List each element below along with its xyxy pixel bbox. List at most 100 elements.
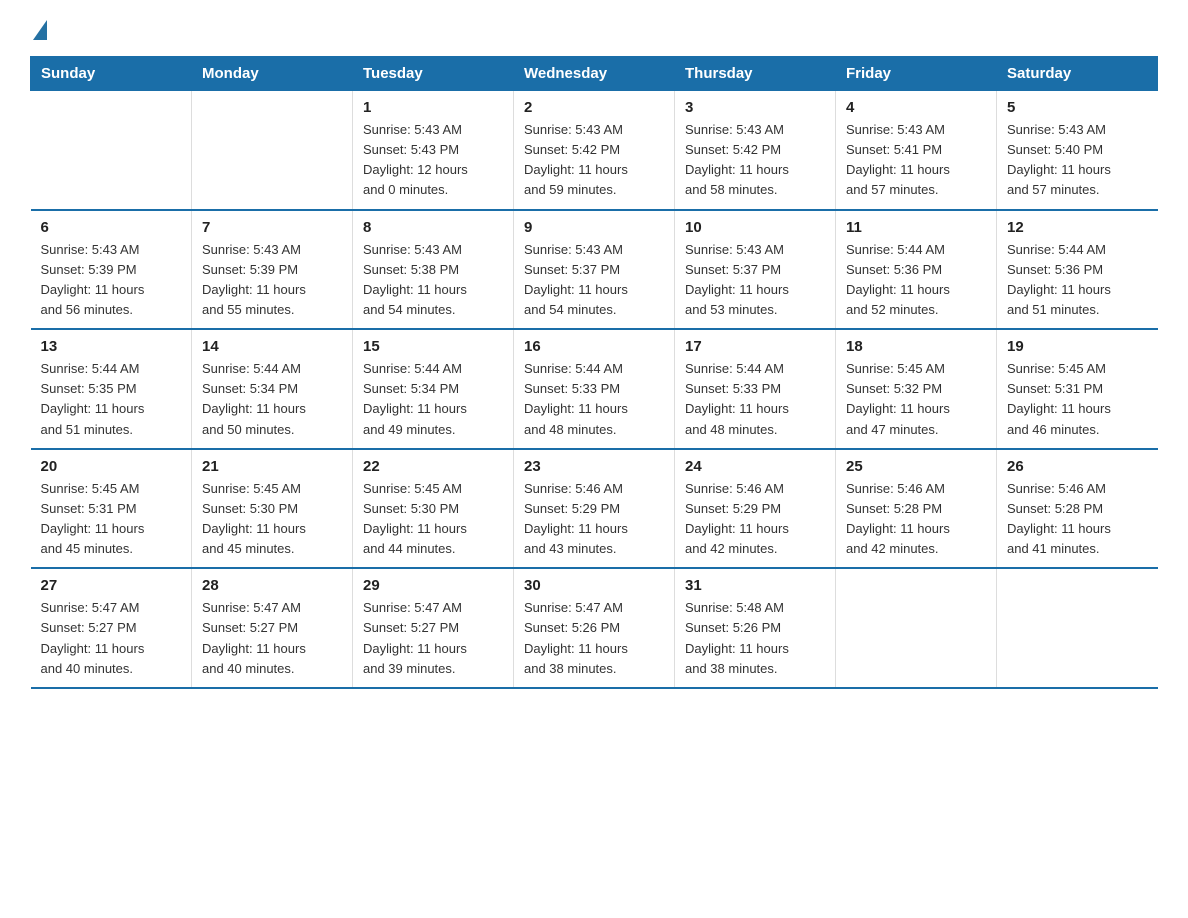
- calendar-cell: 28 Sunrise: 5:47 AM Sunset: 5:27 PM Dayli…: [192, 568, 353, 688]
- day-info: Sunrise: 5:43 AM Sunset: 5:43 PM Dayligh…: [363, 122, 468, 197]
- calendar-week-row: 6Sunrise: 5:43 AM Sunset: 5:39 PM Daylig…: [31, 210, 1158, 330]
- calendar-cell: 23 Sunrise: 5:46 AM Sunset: 5:29 PM Dayli…: [514, 449, 675, 569]
- logo-triangle-icon: [33, 20, 47, 40]
- day-info: Sunrise: 5:43 AM Sunset: 5:37 PM Dayligh…: [524, 242, 628, 317]
- calendar-cell: 17 Sunrise: 5:44 AM Sunset: 5:33 PM Dayli…: [675, 329, 836, 449]
- day-info: Sunrise: 5:48 AM Sunset: 5:26 PM Dayligh…: [685, 600, 789, 675]
- page-header: [30, 20, 1158, 38]
- calendar-cell: 26 Sunrise: 5:46 AM Sunset: 5:28 PM Dayli…: [997, 449, 1158, 569]
- day-number: 2: [524, 99, 664, 116]
- day-info: Sunrise: 5:43 AM Sunset: 5:37 PM Dayligh…: [685, 242, 789, 317]
- calendar-cell: 15 Sunrise: 5:44 AM Sunset: 5:34 PM Dayli…: [353, 329, 514, 449]
- day-number: 23: [524, 458, 664, 475]
- weekday-header-friday: Friday: [836, 57, 997, 91]
- weekday-header-thursday: Thursday: [675, 57, 836, 91]
- day-info: Sunrise: 5:46 AM Sunset: 5:29 PM Dayligh…: [685, 481, 789, 556]
- day-number: 14: [202, 338, 342, 355]
- day-info: Sunrise: 5:45 AM Sunset: 5:30 PM Dayligh…: [363, 481, 467, 556]
- day-number: 31: [685, 577, 825, 594]
- day-info: Sunrise: 5:43 AM Sunset: 5:39 PM Dayligh…: [202, 242, 306, 317]
- day-info: Sunrise: 5:43 AM Sunset: 5:41 PM Dayligh…: [846, 122, 950, 197]
- day-number: 26: [1007, 458, 1148, 475]
- calendar-week-row: 13 Sunrise: 5:44 AM Sunset: 5:35 PM Dayli…: [31, 329, 1158, 449]
- calendar-cell: 6Sunrise: 5:43 AM Sunset: 5:39 PM Daylig…: [31, 210, 192, 330]
- day-info: Sunrise: 5:44 AM Sunset: 5:35 PM Dayligh…: [41, 361, 145, 436]
- day-info: Sunrise: 5:45 AM Sunset: 5:32 PM Dayligh…: [846, 361, 950, 436]
- day-number: 28: [202, 577, 342, 594]
- day-info: Sunrise: 5:47 AM Sunset: 5:27 PM Dayligh…: [363, 600, 467, 675]
- calendar-cell: 18 Sunrise: 5:45 AM Sunset: 5:32 PM Dayli…: [836, 329, 997, 449]
- calendar-cell: 12 Sunrise: 5:44 AM Sunset: 5:36 PM Dayli…: [997, 210, 1158, 330]
- calendar-cell: 2 Sunrise: 5:43 AM Sunset: 5:42 PM Daylig…: [514, 91, 675, 210]
- day-number: 18: [846, 338, 986, 355]
- logo: [30, 20, 47, 38]
- calendar-cell: 5 Sunrise: 5:43 AM Sunset: 5:40 PM Daylig…: [997, 91, 1158, 210]
- calendar-cell: 9Sunrise: 5:43 AM Sunset: 5:37 PM Daylig…: [514, 210, 675, 330]
- calendar-cell: 20 Sunrise: 5:45 AM Sunset: 5:31 PM Dayli…: [31, 449, 192, 569]
- calendar-cell: 11 Sunrise: 5:44 AM Sunset: 5:36 PM Dayli…: [836, 210, 997, 330]
- day-info: Sunrise: 5:47 AM Sunset: 5:26 PM Dayligh…: [524, 600, 628, 675]
- day-number: 8: [363, 219, 503, 236]
- calendar-cell: 3Sunrise: 5:43 AM Sunset: 5:42 PM Daylig…: [675, 91, 836, 210]
- day-info: Sunrise: 5:46 AM Sunset: 5:28 PM Dayligh…: [1007, 481, 1111, 556]
- day-info: Sunrise: 5:43 AM Sunset: 5:38 PM Dayligh…: [363, 242, 467, 317]
- calendar-cell: 19 Sunrise: 5:45 AM Sunset: 5:31 PM Dayli…: [997, 329, 1158, 449]
- day-info: Sunrise: 5:44 AM Sunset: 5:34 PM Dayligh…: [363, 361, 467, 436]
- day-info: Sunrise: 5:45 AM Sunset: 5:31 PM Dayligh…: [41, 481, 145, 556]
- day-info: Sunrise: 5:44 AM Sunset: 5:36 PM Dayligh…: [846, 242, 950, 317]
- day-number: 21: [202, 458, 342, 475]
- calendar-cell: 10 Sunrise: 5:43 AM Sunset: 5:37 PM Dayli…: [675, 210, 836, 330]
- calendar-cell: [997, 568, 1158, 688]
- day-info: Sunrise: 5:43 AM Sunset: 5:40 PM Dayligh…: [1007, 122, 1111, 197]
- calendar-cell: 31 Sunrise: 5:48 AM Sunset: 5:26 PM Dayli…: [675, 568, 836, 688]
- calendar-week-row: 1 Sunrise: 5:43 AM Sunset: 5:43 PM Daylig…: [31, 91, 1158, 210]
- day-info: Sunrise: 5:43 AM Sunset: 5:42 PM Dayligh…: [524, 122, 628, 197]
- calendar-cell: [836, 568, 997, 688]
- weekday-header-sunday: Sunday: [31, 57, 192, 91]
- day-info: Sunrise: 5:45 AM Sunset: 5:30 PM Dayligh…: [202, 481, 306, 556]
- day-number: 25: [846, 458, 986, 475]
- day-info: Sunrise: 5:44 AM Sunset: 5:34 PM Dayligh…: [202, 361, 306, 436]
- weekday-header-monday: Monday: [192, 57, 353, 91]
- day-number: 10: [685, 219, 825, 236]
- day-number: 15: [363, 338, 503, 355]
- day-info: Sunrise: 5:44 AM Sunset: 5:33 PM Dayligh…: [685, 361, 789, 436]
- day-number: 1: [363, 99, 503, 116]
- day-number: 7: [202, 219, 342, 236]
- day-number: 13: [41, 338, 182, 355]
- calendar-week-row: 20 Sunrise: 5:45 AM Sunset: 5:31 PM Dayli…: [31, 449, 1158, 569]
- day-number: 22: [363, 458, 503, 475]
- day-number: 30: [524, 577, 664, 594]
- day-number: 5: [1007, 99, 1148, 116]
- day-info: Sunrise: 5:44 AM Sunset: 5:33 PM Dayligh…: [524, 361, 628, 436]
- day-number: 17: [685, 338, 825, 355]
- day-info: Sunrise: 5:47 AM Sunset: 5:27 PM Dayligh…: [41, 600, 145, 675]
- day-number: 11: [846, 219, 986, 236]
- calendar-cell: [31, 91, 192, 210]
- day-info: Sunrise: 5:45 AM Sunset: 5:31 PM Dayligh…: [1007, 361, 1111, 436]
- day-number: 16: [524, 338, 664, 355]
- day-number: 27: [41, 577, 182, 594]
- day-info: Sunrise: 5:44 AM Sunset: 5:36 PM Dayligh…: [1007, 242, 1111, 317]
- calendar-cell: 14 Sunrise: 5:44 AM Sunset: 5:34 PM Dayli…: [192, 329, 353, 449]
- day-number: 12: [1007, 219, 1148, 236]
- day-number: 20: [41, 458, 182, 475]
- calendar-cell: 13 Sunrise: 5:44 AM Sunset: 5:35 PM Dayli…: [31, 329, 192, 449]
- calendar-cell: 30 Sunrise: 5:47 AM Sunset: 5:26 PM Dayli…: [514, 568, 675, 688]
- calendar-cell: [192, 91, 353, 210]
- day-number: 19: [1007, 338, 1148, 355]
- calendar-cell: 8 Sunrise: 5:43 AM Sunset: 5:38 PM Daylig…: [353, 210, 514, 330]
- day-number: 3: [685, 99, 825, 116]
- day-info: Sunrise: 5:43 AM Sunset: 5:39 PM Dayligh…: [41, 242, 145, 317]
- calendar-cell: 27 Sunrise: 5:47 AM Sunset: 5:27 PM Dayli…: [31, 568, 192, 688]
- weekday-header-saturday: Saturday: [997, 57, 1158, 91]
- day-number: 29: [363, 577, 503, 594]
- calendar-cell: 21 Sunrise: 5:45 AM Sunset: 5:30 PM Dayli…: [192, 449, 353, 569]
- calendar-cell: 7 Sunrise: 5:43 AM Sunset: 5:39 PM Daylig…: [192, 210, 353, 330]
- calendar-cell: 29 Sunrise: 5:47 AM Sunset: 5:27 PM Dayli…: [353, 568, 514, 688]
- calendar-cell: 25Sunrise: 5:46 AM Sunset: 5:28 PM Dayli…: [836, 449, 997, 569]
- day-info: Sunrise: 5:46 AM Sunset: 5:29 PM Dayligh…: [524, 481, 628, 556]
- day-number: 24: [685, 458, 825, 475]
- day-info: Sunrise: 5:47 AM Sunset: 5:27 PM Dayligh…: [202, 600, 306, 675]
- calendar-cell: 22 Sunrise: 5:45 AM Sunset: 5:30 PM Dayli…: [353, 449, 514, 569]
